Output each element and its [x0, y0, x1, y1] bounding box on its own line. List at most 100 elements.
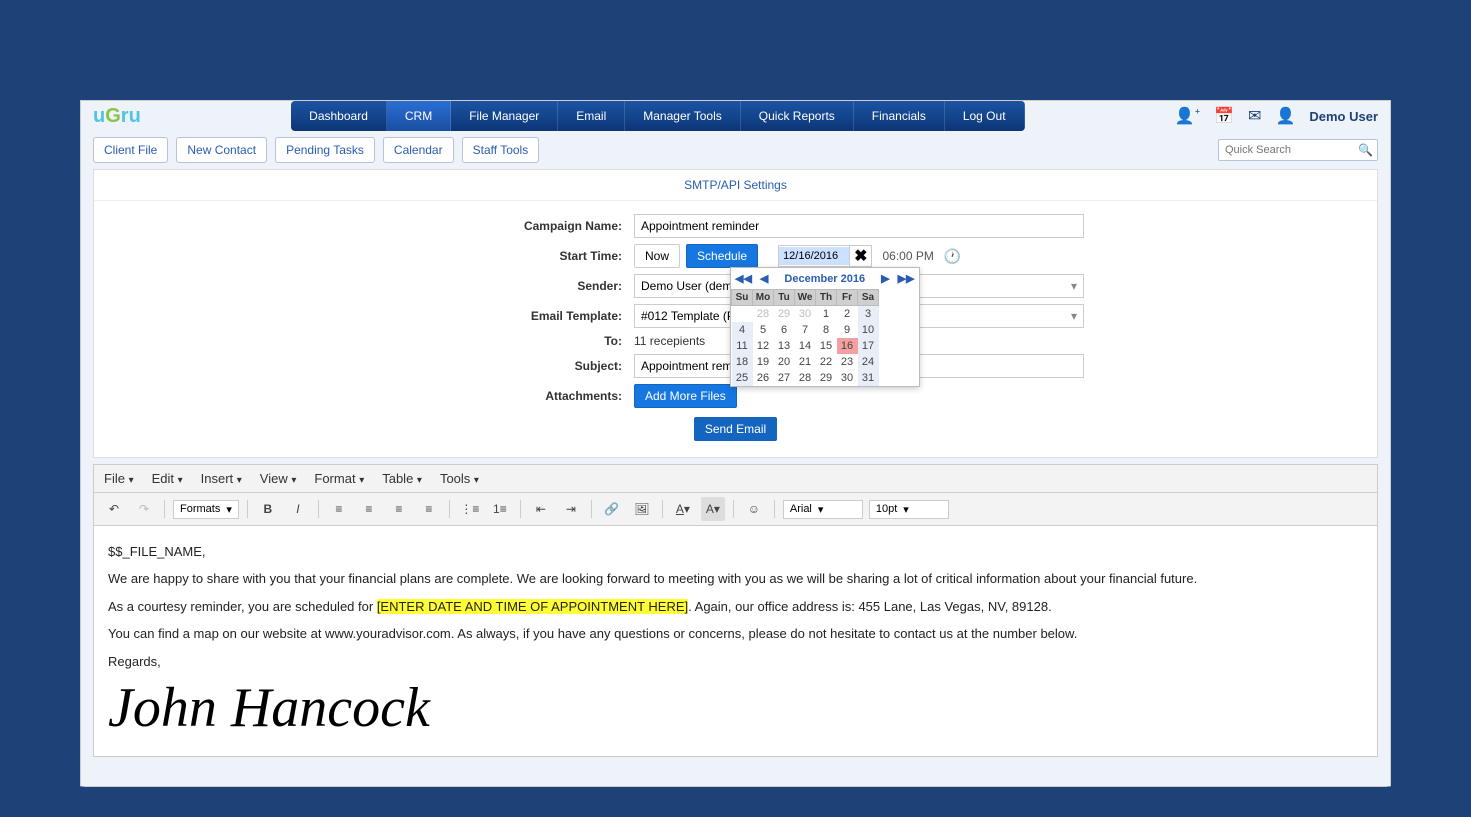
date-cell[interactable]: 6	[774, 322, 795, 338]
date-cell[interactable]: 19	[753, 354, 774, 370]
nav-log-out[interactable]: Log Out	[945, 101, 1025, 131]
date-cell[interactable]: 18	[732, 354, 753, 370]
date-cell[interactable]: 3	[858, 306, 879, 322]
nav-dashboard[interactable]: Dashboard	[291, 101, 387, 131]
link-icon[interactable]: 🔗	[600, 497, 624, 521]
tab-pending-tasks[interactable]: Pending Tasks	[275, 137, 375, 163]
datepicker: ◀◀ ◀ December 2016 ▶ ▶▶ SuMoTuWeThFrSa 2…	[730, 267, 920, 387]
formats-label: Formats	[180, 503, 220, 515]
nav-email[interactable]: Email	[558, 101, 625, 131]
align-justify-icon[interactable]: ≡	[417, 497, 441, 521]
date-cell	[732, 306, 753, 322]
date-cell[interactable]: 29	[774, 306, 795, 322]
date-cell[interactable]: 26	[753, 370, 774, 386]
schedule-button[interactable]: Schedule	[686, 244, 758, 268]
menu-view[interactable]: View ▾	[260, 471, 297, 486]
date-cell[interactable]: 14	[795, 338, 816, 354]
date-cell[interactable]: 10	[858, 322, 879, 338]
next-year-icon[interactable]: ▶▶	[898, 272, 915, 285]
date-cell[interactable]: 28	[753, 306, 774, 322]
bg-color-icon[interactable]: A▾	[701, 497, 725, 521]
tab-calendar[interactable]: Calendar	[383, 137, 454, 163]
date-cell[interactable]: 13	[774, 338, 795, 354]
text-color-icon[interactable]: A▾	[671, 497, 695, 521]
date-cell[interactable]: 11	[732, 338, 753, 354]
nav-manager-tools[interactable]: Manager Tools	[625, 101, 741, 131]
date-cell[interactable]: 28	[795, 370, 816, 386]
clock-icon[interactable]: 🕐	[944, 248, 961, 265]
mail-icon[interactable]: ✉	[1248, 106, 1261, 126]
redo-icon[interactable]: ↷	[132, 497, 156, 521]
calendar-icon[interactable]: 📅	[1214, 106, 1234, 126]
user-icon[interactable]: 👤	[1275, 106, 1295, 126]
italic-icon[interactable]: I	[286, 497, 310, 521]
align-left-icon[interactable]: ≡	[327, 497, 351, 521]
date-cell[interactable]: 4	[732, 322, 753, 338]
date-cell[interactable]: 8	[816, 322, 837, 338]
menu-file[interactable]: File ▾	[104, 471, 134, 486]
emoji-icon[interactable]: ☺	[742, 497, 766, 521]
indent-icon[interactable]: ⇥	[559, 497, 583, 521]
date-input[interactable]	[779, 247, 849, 265]
nav-financials[interactable]: Financials	[854, 101, 945, 131]
date-cell[interactable]: 29	[816, 370, 837, 386]
quick-search-input[interactable]	[1218, 139, 1378, 161]
editor-body[interactable]: $$_FILE_NAME, We are happy to share with…	[94, 526, 1377, 756]
tab-staff-tools[interactable]: Staff Tools	[462, 137, 540, 163]
user-name-label[interactable]: Demo User	[1309, 109, 1378, 124]
date-cell[interactable]: 12	[753, 338, 774, 354]
nav-crm[interactable]: CRM	[387, 101, 451, 131]
date-cell[interactable]: 20	[774, 354, 795, 370]
date-cell[interactable]: 5	[753, 322, 774, 338]
bold-icon[interactable]: B	[256, 497, 280, 521]
send-email-button[interactable]: Send Email	[694, 417, 777, 441]
nav-quick-reports[interactable]: Quick Reports	[741, 101, 854, 131]
date-clear-icon[interactable]: ✖	[849, 246, 871, 266]
menu-table[interactable]: Table ▾	[382, 471, 422, 486]
date-cell[interactable]: 27	[774, 370, 795, 386]
menu-format[interactable]: Format ▾	[314, 471, 364, 486]
font-family-select[interactable]: Arial ▾	[783, 500, 863, 519]
campaign-name-input[interactable]	[634, 214, 1084, 238]
bullet-list-icon[interactable]: ⋮≡	[458, 497, 482, 521]
menu-tools[interactable]: Tools ▾	[440, 471, 479, 486]
search-icon[interactable]: 🔍	[1358, 143, 1373, 157]
dow-header: Tu	[774, 290, 795, 306]
date-cell[interactable]: 24	[858, 354, 879, 370]
font-size-select[interactable]: 10pt ▾	[869, 500, 949, 519]
recipients-count: 11 recepients	[634, 334, 705, 348]
align-right-icon[interactable]: ≡	[387, 497, 411, 521]
align-center-icon[interactable]: ≡	[357, 497, 381, 521]
image-icon[interactable]: 🖼	[630, 497, 654, 521]
date-cell[interactable]: 9	[837, 322, 858, 338]
tab-client-file[interactable]: Client File	[93, 137, 168, 163]
date-cell[interactable]: 22	[816, 354, 837, 370]
date-cell[interactable]: 30	[795, 306, 816, 322]
next-month-icon[interactable]: ▶	[881, 272, 889, 285]
date-cell[interactable]: 7	[795, 322, 816, 338]
date-cell[interactable]: 15	[816, 338, 837, 354]
date-cell[interactable]: 17	[858, 338, 879, 354]
add-user-icon[interactable]: 👤+	[1175, 106, 1200, 126]
date-cell[interactable]: 31	[858, 370, 879, 386]
date-cell[interactable]: 1	[816, 306, 837, 322]
date-cell[interactable]: 30	[837, 370, 858, 386]
date-cell[interactable]: 2	[837, 306, 858, 322]
date-cell[interactable]: 21	[795, 354, 816, 370]
date-cell[interactable]: 16	[837, 338, 858, 354]
menu-edit[interactable]: Edit ▾	[152, 471, 183, 486]
date-cell[interactable]: 25	[732, 370, 753, 386]
undo-icon[interactable]: ↶	[102, 497, 126, 521]
nav-file-manager[interactable]: File Manager	[451, 101, 558, 131]
add-files-button[interactable]: Add More Files	[634, 384, 737, 408]
prev-month-icon[interactable]: ◀	[760, 272, 768, 285]
menu-insert[interactable]: Insert ▾	[201, 471, 242, 486]
date-cell[interactable]: 23	[837, 354, 858, 370]
now-button[interactable]: Now	[634, 244, 680, 268]
prev-year-icon[interactable]: ◀◀	[735, 272, 752, 285]
formats-select[interactable]: Formats ▾	[173, 500, 239, 519]
number-list-icon[interactable]: 1≡	[488, 497, 512, 521]
tab-new-contact[interactable]: New Contact	[176, 137, 267, 163]
body-segment: . Again, our office address is: 455 Lane…	[688, 599, 1052, 614]
outdent-icon[interactable]: ⇤	[529, 497, 553, 521]
